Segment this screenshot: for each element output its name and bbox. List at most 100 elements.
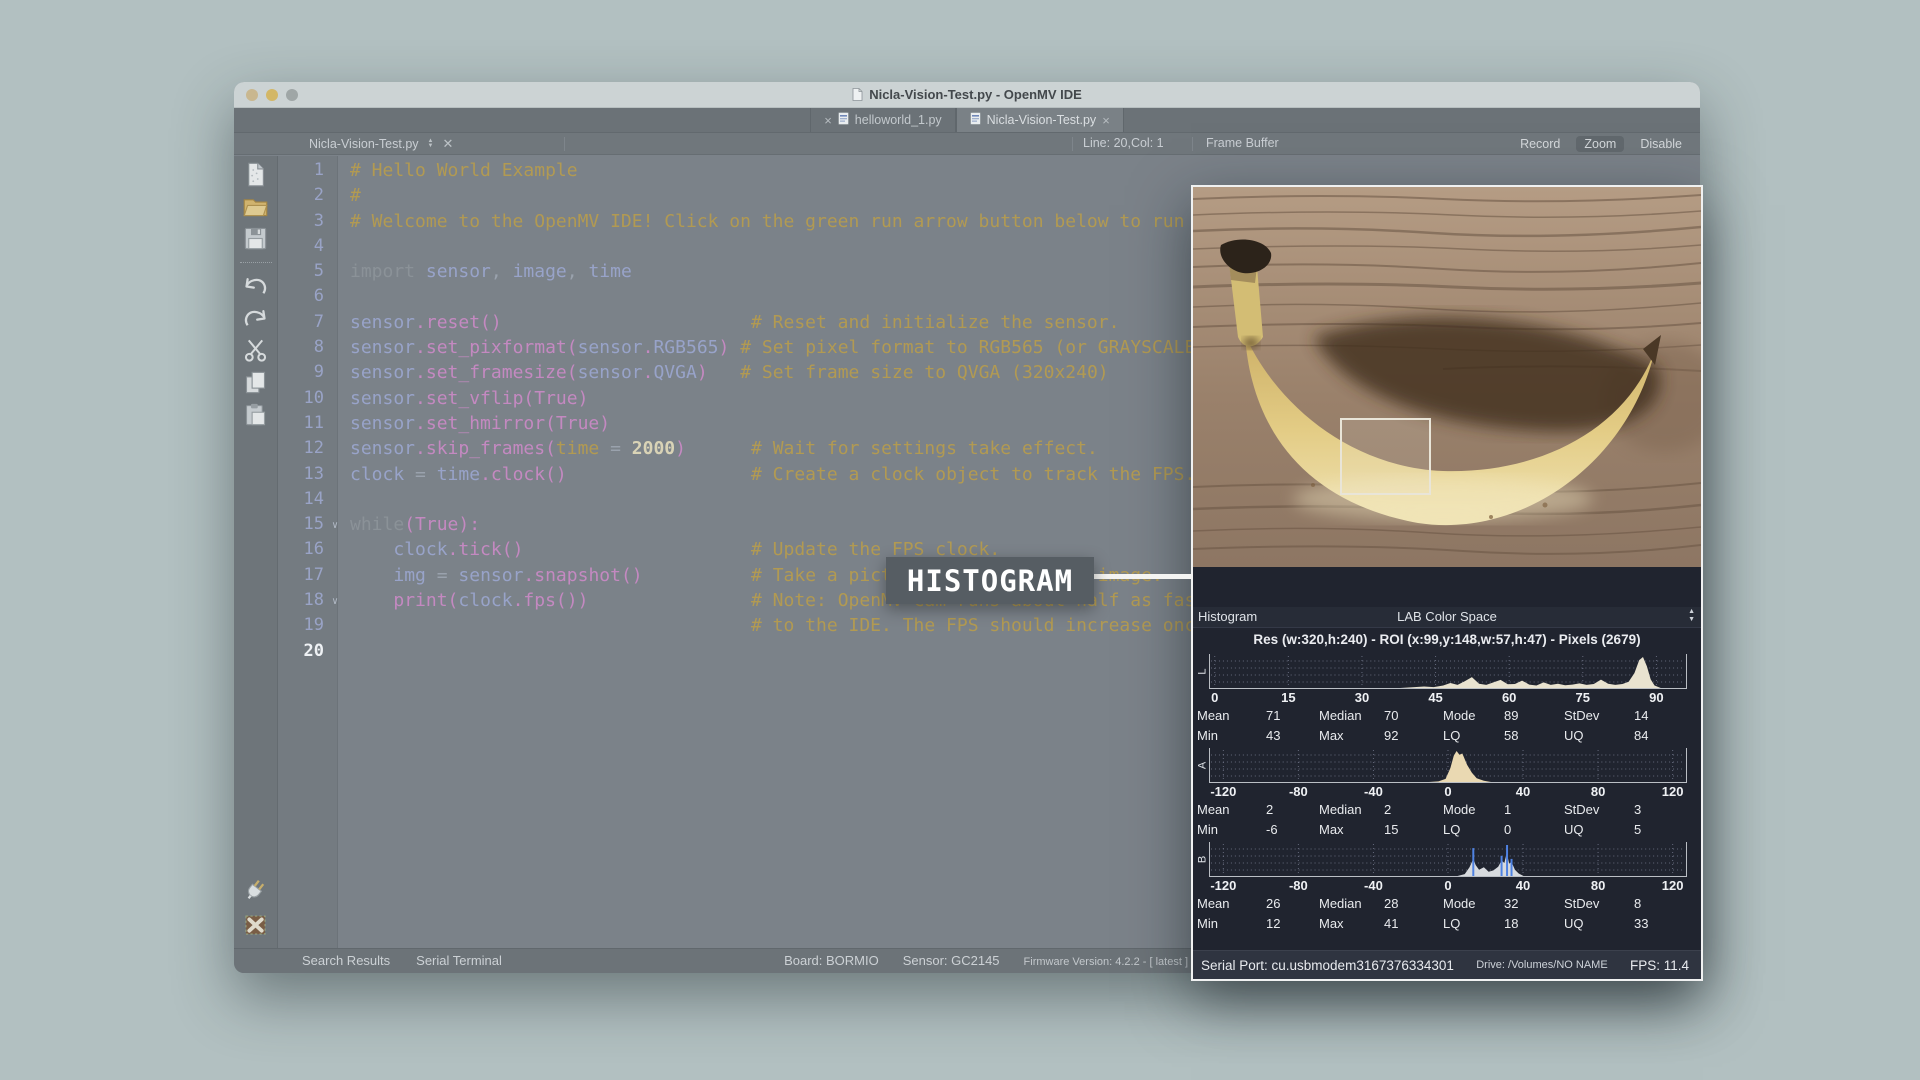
chevron-updown-icon[interactable]: ▲▼ — [428, 139, 434, 149]
close-window-icon[interactable] — [246, 89, 258, 101]
open-file-icon[interactable] — [242, 193, 269, 220]
paste-icon[interactable] — [242, 401, 269, 428]
window-title: Nicla-Vision-Test.py - OpenMV IDE — [852, 87, 1082, 102]
fps-label: FPS: 11.4 — [1630, 958, 1689, 973]
stat-label: Median — [1319, 802, 1362, 817]
stat-value: 18 — [1504, 916, 1518, 931]
line-number: 12 — [278, 436, 338, 461]
line-number: 2 — [278, 183, 338, 208]
stat-label: Min — [1197, 822, 1218, 837]
line-number: 16 — [278, 537, 338, 562]
stat-label: Max — [1319, 822, 1344, 837]
channel-axis-label: A — [1185, 759, 1220, 773]
channel-histogram-plot — [1209, 654, 1687, 689]
fold-chevron-icon[interactable]: ∨ — [332, 513, 338, 538]
stat-label: LQ — [1443, 728, 1460, 743]
firmware-version: Firmware Version: 4.2.2 - [ latest ] — [1024, 956, 1188, 968]
connect-icon[interactable] — [242, 876, 269, 903]
frame-buffer-label: Frame Buffer — [1206, 136, 1279, 150]
stat-label: Mode — [1443, 708, 1476, 723]
tab-close-icon[interactable]: × — [1102, 114, 1110, 127]
line-number: 3 — [278, 209, 338, 234]
histogram-channel-l: L0153045607590Mean71Median70Mode89StDev1… — [1193, 654, 1701, 746]
code-text — [338, 487, 350, 512]
zoom-button[interactable]: Zoom — [1576, 136, 1624, 152]
cut-icon[interactable] — [242, 337, 269, 364]
code-text: clock = time.clock() # Create a clock ob… — [338, 462, 1195, 487]
stat-value: 2 — [1384, 802, 1391, 817]
histogram-channel-a: A-120-80-4004080120Mean2Median2Mode1StDe… — [1193, 748, 1701, 840]
stat-label: Mean — [1197, 896, 1230, 911]
tick-label: 30 — [1355, 690, 1369, 705]
histogram-drag-tooltip[interactable]: HISTOGRAM — [886, 557, 1094, 604]
save-file-icon[interactable] — [242, 225, 269, 252]
code-text: sensor.reset() # Reset and initialize th… — [338, 310, 1119, 335]
histogram-dock-line — [1094, 574, 1193, 579]
disable-button[interactable]: Disable — [1632, 136, 1690, 152]
stat-label: StDev — [1564, 708, 1599, 723]
tick-label: 0 — [1444, 878, 1451, 893]
channel-stats-row: Min12Max41LQ18UQ33 — [1193, 914, 1701, 934]
line-number: 19 — [278, 613, 338, 638]
line-number: 8 — [278, 335, 338, 360]
serial-terminal-tab[interactable]: Serial Terminal — [416, 953, 502, 968]
toolbar-divider — [564, 137, 565, 151]
stat-label: StDev — [1564, 896, 1599, 911]
code-text: sensor.skip_frames(time = 2000) # Wait f… — [338, 436, 1098, 461]
titlebar[interactable]: Nicla-Vision-Test.py - OpenMV IDE — [234, 82, 1700, 108]
zoom-window-icon[interactable] — [286, 89, 298, 101]
tick-label: 45 — [1428, 690, 1442, 705]
stat-label: Mean — [1197, 708, 1230, 723]
stat-value: 8 — [1634, 896, 1641, 911]
stat-value: 92 — [1384, 728, 1398, 743]
line-number: 9 — [278, 360, 338, 385]
document-selector[interactable]: Nicla-Vision-Test.py ▲▼ ✕ — [309, 133, 453, 155]
tick-label: 75 — [1576, 690, 1590, 705]
line-number: 11 — [278, 411, 338, 436]
dropdown-arrows-icon[interactable]: ▲▼ — [1688, 608, 1695, 624]
tab-nicla-vision-test-py[interactable]: Nicla-Vision-Test.py× — [956, 108, 1124, 132]
code-text: # Welcome to the OpenMV IDE! Click on th… — [338, 209, 1315, 234]
channel-axis-label: L — [1185, 665, 1220, 679]
stat-value: 33 — [1634, 916, 1648, 931]
code-text: # — [338, 183, 361, 208]
new-file-icon[interactable] — [242, 161, 269, 188]
stat-value: 70 — [1384, 708, 1398, 723]
channel-stats-row: Mean71Median70Mode89StDev14 — [1193, 706, 1701, 726]
redo-icon[interactable] — [242, 305, 269, 332]
search-results-tab[interactable]: Search Results — [302, 953, 390, 968]
stat-value: 84 — [1634, 728, 1648, 743]
tick-label: 80 — [1591, 784, 1605, 799]
stat-label: Mean — [1197, 802, 1230, 817]
line-number: 15∨ — [278, 512, 338, 537]
camera-frame[interactable] — [1193, 187, 1701, 567]
tick-label: 40 — [1516, 878, 1530, 893]
fold-chevron-icon[interactable]: ∨ — [332, 589, 338, 614]
stat-value: 2 — [1266, 802, 1273, 817]
roi-selection-rect[interactable] — [1341, 419, 1430, 494]
file-icon — [970, 112, 981, 125]
side-toolbar — [234, 156, 278, 948]
resolution-roi-info: Res (w:320,h:240) - ROI (x:99,y:148,w:57… — [1193, 628, 1701, 652]
tab-close-icon[interactable]: × — [824, 114, 832, 127]
histogram-channel-b: B-120-80-4004080120Mean26Median28Mode32S… — [1193, 842, 1701, 934]
frame-buffer-window[interactable]: Histogram LAB Color Space ▲▼ Res (w:320,… — [1191, 185, 1703, 981]
minimize-window-icon[interactable] — [266, 89, 278, 101]
stat-value: 58 — [1504, 728, 1518, 743]
tick-label: 90 — [1649, 690, 1663, 705]
copy-icon[interactable] — [242, 369, 269, 396]
color-space-dropdown[interactable]: LAB Color Space — [1193, 609, 1701, 624]
code-text — [338, 284, 350, 309]
channel-stats-row: Min43Max92LQ58UQ84 — [1193, 726, 1701, 746]
firmware-icon[interactable] — [242, 911, 269, 938]
undo-icon[interactable] — [242, 273, 269, 300]
tick-label: -80 — [1289, 784, 1308, 799]
record-button[interactable]: Record — [1512, 136, 1568, 152]
board-indicator: Board: BORMIO — [784, 953, 879, 968]
tab-helloworld_1-py[interactable]: ×helloworld_1.py — [810, 108, 955, 132]
line-col-indicator: Line: 20,Col: 1 — [1083, 136, 1164, 150]
document-close-icon[interactable]: ✕ — [442, 136, 453, 152]
line-number: 4 — [278, 234, 338, 259]
stat-value: 26 — [1266, 896, 1280, 911]
stat-value: -6 — [1266, 822, 1278, 837]
